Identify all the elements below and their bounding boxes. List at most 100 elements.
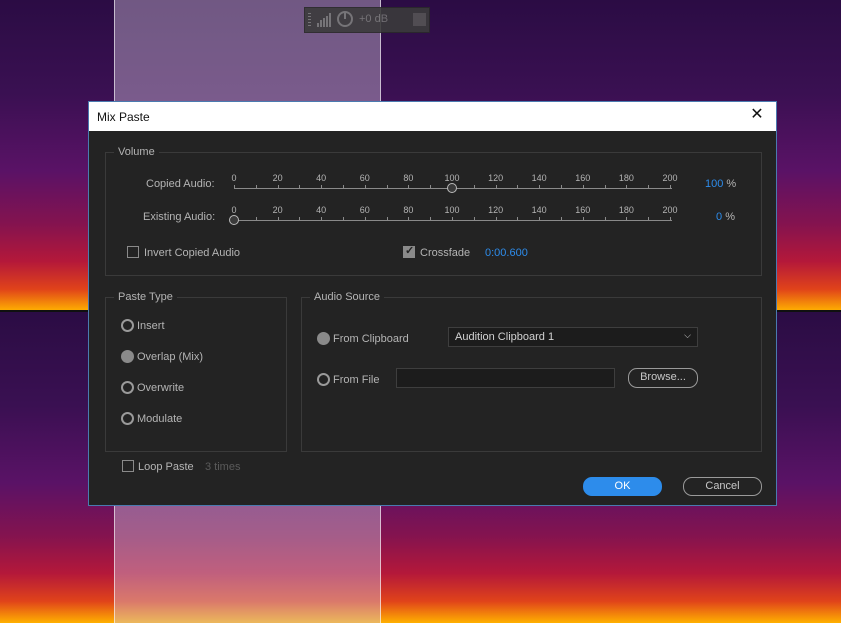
slider-track[interactable] <box>234 220 672 221</box>
scale-tick-label: 80 <box>403 173 414 183</box>
radio-overlap-mix-label[interactable]: Overlap (Mix) <box>137 351 203 363</box>
slider-tick <box>255 217 257 220</box>
slider-scale: 0 20 40 60 80 100 120 140 160 180 200 <box>231 205 677 215</box>
slider-tick <box>670 185 671 188</box>
gain-knob[interactable] <box>337 11 353 27</box>
radio-modulate-label[interactable]: Modulate <box>137 413 182 425</box>
scale-tick-label: 140 <box>531 205 547 215</box>
copied-audio-slider[interactable]: 0 20 40 60 80 100 120 140 160 180 200 <box>231 173 678 197</box>
radio-insert[interactable] <box>121 319 134 332</box>
slider-tick <box>582 217 584 220</box>
radio-insert-label[interactable]: Insert <box>137 320 165 332</box>
radio-from-file[interactable] <box>317 373 330 386</box>
scale-tick-label: 160 <box>575 173 591 183</box>
slider-tick <box>473 217 475 220</box>
radio-overwrite-label[interactable]: Overwrite <box>137 382 184 394</box>
slider-tick <box>364 217 366 220</box>
paste-type-legend: Paste Type <box>114 291 177 303</box>
scale-tick-label: 20 <box>272 205 283 215</box>
slider-scale: 0 20 40 60 80 100 120 140 160 180 200 <box>231 173 677 183</box>
slider-tick <box>408 185 410 188</box>
paste-type-group: Paste Type Insert Overlap (Mix) Overwrit… <box>105 291 287 452</box>
slider-tick <box>670 217 671 220</box>
slider-tick <box>495 185 497 188</box>
existing-audio-percent: % <box>725 211 735 223</box>
scale-tick-label: 120 <box>488 173 504 183</box>
slider-tick <box>299 185 301 188</box>
slider-tick <box>582 185 584 188</box>
scale-tick-label: 0 <box>231 205 237 215</box>
slider-tick <box>364 185 366 188</box>
slider-tick <box>277 185 279 188</box>
slider-tick <box>626 217 628 220</box>
file-path-field[interactable] <box>396 368 615 388</box>
slider-tick <box>234 185 235 188</box>
radio-modulate[interactable] <box>121 412 134 425</box>
dialog-title: Mix Paste <box>97 110 150 124</box>
scale-tick-label: 40 <box>316 173 327 183</box>
from-file-label[interactable]: From File <box>333 374 379 386</box>
existing-audio-label: Existing Audio: <box>143 211 216 223</box>
hud-grip-icon[interactable] <box>308 13 311 27</box>
slider-tick <box>408 217 410 220</box>
ok-button[interactable]: OK <box>583 477 662 496</box>
slider-tick <box>321 185 323 188</box>
slider-tick <box>343 185 344 188</box>
close-icon[interactable]: ✕ <box>748 106 766 124</box>
audio-source-legend: Audio Source <box>310 291 385 303</box>
slider-tick <box>648 185 650 188</box>
slider-tick <box>539 185 541 188</box>
radio-overlap-mix[interactable] <box>121 350 134 363</box>
invert-copied-audio-checkbox[interactable] <box>127 246 139 258</box>
copied-audio-number[interactable]: 100 <box>705 178 723 190</box>
copied-audio-label: Copied Audio: <box>146 178 215 190</box>
loop-paste-label[interactable]: Loop Paste <box>138 461 194 473</box>
slider-tick <box>430 185 432 188</box>
browse-button[interactable]: Browse... <box>628 368 698 388</box>
loop-paste-checkbox[interactable] <box>122 460 134 472</box>
scale-tick-label: 200 <box>662 205 678 215</box>
slider-tick <box>604 217 606 220</box>
loop-times[interactable]: 3 times <box>205 461 240 473</box>
slider-tick <box>386 185 388 188</box>
scale-tick-label: 60 <box>359 173 370 183</box>
invert-copied-audio-label[interactable]: Invert Copied Audio <box>144 247 240 259</box>
scale-tick-label: 40 <box>316 205 327 215</box>
slider-tick <box>626 185 628 188</box>
radio-from-clipboard[interactable] <box>317 332 330 345</box>
crossfade-duration[interactable]: 0:00.600 <box>485 247 528 259</box>
scale-tick-label: 100 <box>444 205 460 215</box>
gain-readout: +0 dB <box>359 13 389 25</box>
scale-tick-label: 180 <box>618 205 634 215</box>
hud-pin-icon[interactable] <box>413 13 426 26</box>
slider-tick <box>343 217 344 220</box>
slider-tick <box>648 217 650 220</box>
scale-tick-label: 200 <box>662 173 678 183</box>
from-clipboard-label[interactable]: From Clipboard <box>333 333 409 345</box>
scale-tick-label: 60 <box>359 205 370 215</box>
clipboard-select[interactable]: Audition Clipboard 1 ⌵ <box>448 327 698 347</box>
scale-tick-label: 140 <box>531 173 547 183</box>
slider-tick <box>495 217 497 220</box>
existing-audio-slider[interactable]: 0 20 40 60 80 100 120 140 160 180 200 <box>229 205 678 229</box>
slider-thumb[interactable] <box>447 183 457 193</box>
volume-group: Volume Copied Audio: 0 20 40 60 80 100 120 140 1… <box>105 146 762 276</box>
slider-tick <box>539 217 541 220</box>
dialog-titlebar: Mix Paste ✕ <box>89 102 776 131</box>
copied-audio-value[interactable]: 100 % <box>705 178 736 190</box>
cancel-button[interactable]: Cancel <box>683 477 762 496</box>
scale-tick-label: 160 <box>575 205 591 215</box>
radio-overwrite[interactable] <box>121 381 134 394</box>
scale-tick-label: 20 <box>272 173 283 183</box>
copied-audio-percent: % <box>726 178 737 190</box>
crossfade-checkbox[interactable] <box>403 244 415 258</box>
crossfade-label[interactable]: Crossfade <box>420 247 470 259</box>
slider-thumb[interactable] <box>229 215 239 225</box>
clipboard-select-value: Audition Clipboard 1 <box>455 331 555 343</box>
existing-audio-value[interactable]: 0 % <box>716 211 735 223</box>
slider-tick <box>299 217 301 220</box>
volume-hud[interactable]: +0 dB <box>304 7 430 33</box>
existing-audio-number[interactable]: 0 <box>716 211 722 223</box>
slider-tick <box>386 217 388 220</box>
slider-tick <box>255 185 257 188</box>
